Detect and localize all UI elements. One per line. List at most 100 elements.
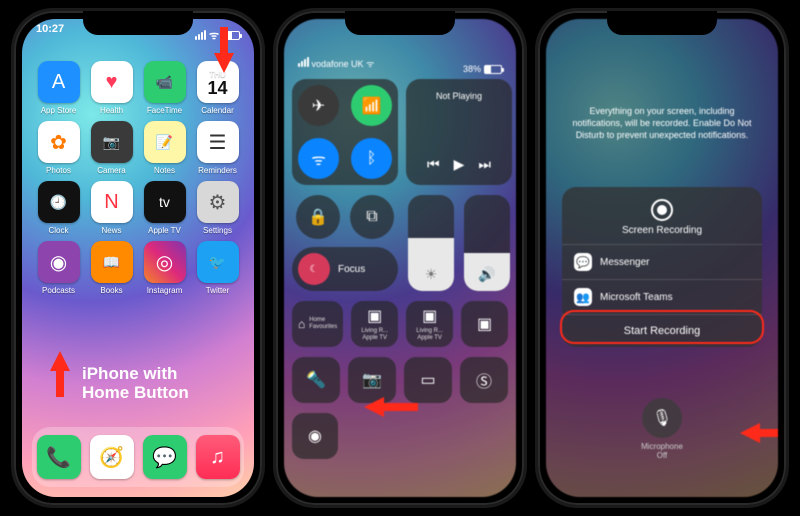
app-icon: 📷 xyxy=(91,121,133,163)
app-label: Books xyxy=(100,286,122,295)
media-tile[interactable]: Not Playing ⏮ ▶ ⏭ xyxy=(406,79,512,185)
dock: 📞🧭💬♫ xyxy=(32,427,244,487)
messenger-icon: 💬 xyxy=(574,253,592,271)
app-icon: ◎ xyxy=(144,241,186,283)
home-tile[interactable]: ⌂HomeFavourites xyxy=(292,301,343,347)
cellular-toggle[interactable]: 📶 xyxy=(351,85,392,126)
app-clock[interactable]: 🕘Clock xyxy=(34,181,83,235)
wifi-toggle[interactable]: ᯤ xyxy=(298,138,339,179)
app-label: Camera xyxy=(97,166,125,175)
brightness-slider[interactable]: ☀ xyxy=(408,195,454,291)
app-grid: AApp Store♥Health📹FaceTimeTHU14Calendar✿… xyxy=(22,61,254,295)
screen: vodafone UK ᯤ 38% ✈ 📶 ᯤ ᛒ Not Playing ⏮ ▶… xyxy=(284,19,516,497)
dock-music[interactable]: ♫ xyxy=(196,435,240,479)
notch xyxy=(345,11,455,35)
airplane-toggle[interactable]: ✈ xyxy=(298,85,339,126)
app-icon: ☰ xyxy=(197,121,239,163)
start-recording-button[interactable]: Start Recording xyxy=(562,314,762,347)
apple-remote-button[interactable]: ▭ xyxy=(404,357,452,403)
focus-button[interactable]: ☾ Focus xyxy=(292,247,398,291)
broadcast-option-messenger[interactable]: 💬Messenger xyxy=(562,244,762,279)
record-icon: ◉ xyxy=(308,426,322,446)
app-icon: ♥ xyxy=(91,61,133,103)
screen-mirroring-button[interactable]: ⧉ xyxy=(350,195,394,239)
signal-icon xyxy=(195,30,206,40)
annotation-arrow-down xyxy=(214,53,234,73)
app-apple-tv[interactable]: tvApple TV xyxy=(140,181,189,235)
app-icon: tv xyxy=(144,181,186,223)
app-notes[interactable]: 📝Notes xyxy=(140,121,189,175)
app-icon: 📖 xyxy=(91,241,133,283)
app-icon: 📹 xyxy=(144,61,186,103)
app-books[interactable]: 📖 Books xyxy=(87,241,136,295)
dock-phone[interactable]: 📞 xyxy=(37,435,81,479)
app-app-store[interactable]: A App Store xyxy=(34,61,83,115)
app-label: App Store xyxy=(41,106,77,115)
app-photos[interactable]: ✿Photos xyxy=(34,121,83,175)
prev-icon[interactable]: ⏮ xyxy=(427,156,440,173)
next-icon[interactable]: ⏭ xyxy=(478,156,491,173)
screen: 10:27 ᯤ AApp Store♥Health📹FaceTimeTHU14C… xyxy=(22,19,254,497)
battery-pct: 38% xyxy=(463,64,481,74)
recording-info-text: Everything on your screen, including not… xyxy=(564,105,760,141)
microphone-toggle[interactable]: 🎙 MicrophoneOff xyxy=(641,398,683,461)
annotation-text: iPhone withHome Button xyxy=(82,364,189,403)
connectivity-tile: ✈ 📶 ᯤ ᛒ xyxy=(292,79,398,185)
moon-icon: ☾ xyxy=(298,253,330,285)
remote-1[interactable]: ▣Living R...Apple TV xyxy=(351,301,398,347)
app-icon: A xyxy=(38,61,80,103)
app-instagram[interactable]: ◎ Instagram xyxy=(140,241,189,295)
app-icon: ⚙ xyxy=(197,181,239,223)
battery-icon xyxy=(484,65,502,74)
app-podcasts[interactable]: ◉Podcasts xyxy=(34,241,83,295)
focus-label: Focus xyxy=(338,264,365,275)
media-title: Not Playing xyxy=(436,91,482,101)
signal-icon xyxy=(298,57,309,67)
speaker-icon: 🔊 xyxy=(478,266,495,283)
wifi-icon: ᯤ xyxy=(366,59,374,69)
app-label: News xyxy=(101,226,121,235)
app-label: Health xyxy=(100,106,123,115)
app-settings[interactable]: ⚙ Settings xyxy=(193,181,242,235)
app-icon: ✿ xyxy=(38,121,80,163)
app-label: Calendar xyxy=(201,106,233,115)
microphone-icon: 🎙 xyxy=(642,398,682,438)
control-center: ✈ 📶 ᯤ ᛒ Not Playing ⏮▶⏭ 🔒 ⧉ ☾ Focus ☀ 🔊 … xyxy=(292,79,508,487)
app-twitter[interactable]: 🐦Twitter xyxy=(193,241,242,295)
app-camera[interactable]: 📷 Camera xyxy=(87,121,136,175)
shazam-button[interactable]: Ⓢ xyxy=(460,357,508,403)
record-ring-icon xyxy=(651,199,673,221)
remote-2[interactable]: ▣Living R...Apple TV xyxy=(406,301,453,347)
app-icon: 📝 xyxy=(144,121,186,163)
app-facetime[interactable]: 📹 FaceTime xyxy=(140,61,189,115)
sheet-header: Screen Recording xyxy=(562,187,762,244)
orientation-lock-toggle[interactable]: 🔒 xyxy=(296,195,340,239)
sheet-title: Screen Recording xyxy=(562,225,762,236)
app-icon: 🐦 xyxy=(197,241,239,283)
volume-slider[interactable]: 🔊 xyxy=(464,195,510,291)
app-label: Clock xyxy=(48,226,68,235)
broadcast-option-teams[interactable]: 👥Microsoft Teams xyxy=(562,279,762,314)
screen-record-button[interactable]: ◉ xyxy=(292,413,338,459)
app-health[interactable]: ♥ Health xyxy=(87,61,136,115)
play-icon[interactable]: ▶ xyxy=(454,156,465,173)
app-news[interactable]: N News xyxy=(87,181,136,235)
app-label: Reminders xyxy=(198,166,237,175)
flashlight-button[interactable]: 🔦 xyxy=(292,357,340,403)
notch xyxy=(607,11,717,35)
annotation-arrow-left xyxy=(364,397,384,417)
annotation-arrow-up xyxy=(50,351,70,371)
bluetooth-toggle[interactable]: ᛒ xyxy=(351,138,392,179)
app-label: Instagram xyxy=(147,286,183,295)
status-bar: vodafone UK ᯤ 38% xyxy=(284,57,516,81)
dock-messages[interactable]: 💬 xyxy=(143,435,187,479)
app-reminders[interactable]: ☰ Reminders xyxy=(193,121,242,175)
app-icon: N xyxy=(91,181,133,223)
app-label: FaceTime xyxy=(147,106,182,115)
annotation-arrow-left xyxy=(740,423,760,443)
dock-safari[interactable]: 🧭 xyxy=(90,435,134,479)
app-label: Settings xyxy=(203,226,232,235)
remote-3[interactable]: ▣ xyxy=(461,301,508,347)
screen: Everything on your screen, including not… xyxy=(546,19,778,497)
app-icon: ◉ xyxy=(38,241,80,283)
